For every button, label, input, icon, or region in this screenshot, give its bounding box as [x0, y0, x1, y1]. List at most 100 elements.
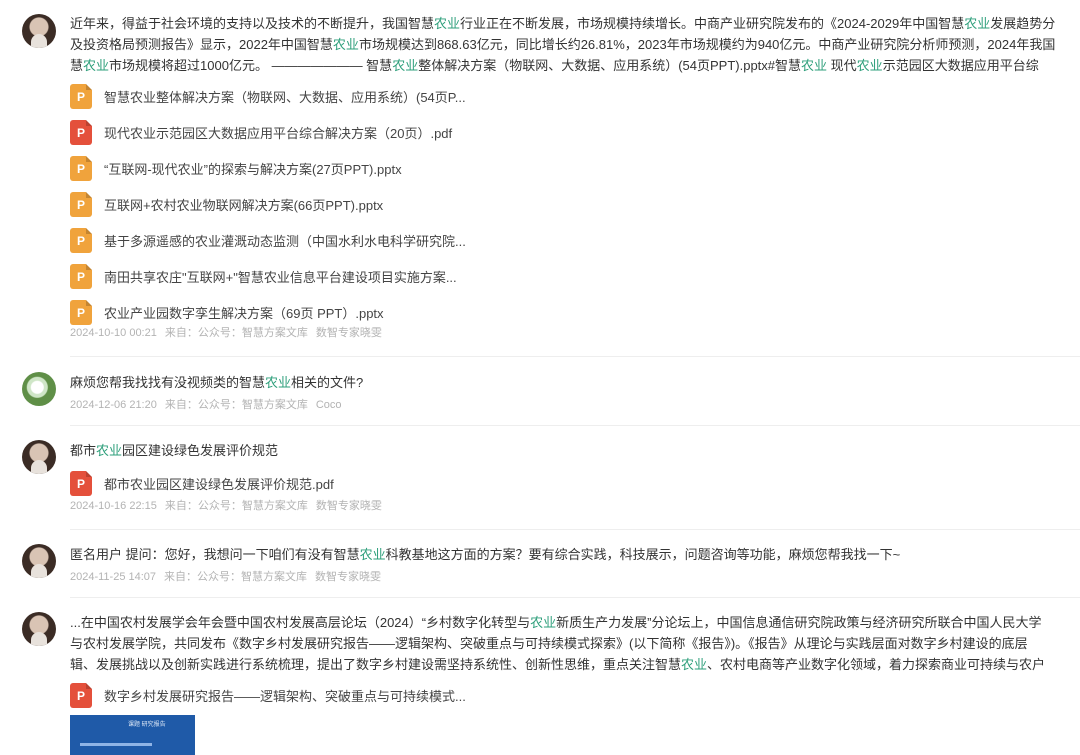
ppt-file-icon: P [70, 264, 92, 289]
file-name: 互联网+农村农业物联网解决方案(66页PPT).pptx [104, 198, 384, 213]
file-attachment[interactable]: P 农业产业园数字孪生解决方案（69页 PPT）.pptx [70, 299, 1080, 326]
post-source[interactable]: 公众号：智慧方案文库 [198, 399, 308, 411]
post-meta: 2024-10-16 22:15 来自：公众号：智慧方案文库 数智专家晓雯 [70, 498, 1080, 514]
post-text-line: 匿名用户 提问：您好，我想问一下咱们有没有智慧农业科教基地这方面的方案？要有综合… [70, 544, 1080, 565]
divider [70, 425, 1080, 426]
keyword-highlight: 农业 [964, 16, 991, 31]
post-source[interactable]: 公众号：智慧方案文库 [198, 500, 308, 512]
text-segment: ...在中国农村发展学会年会暨中国农村发展高层论坛（2024）“乡村数字化转型与 [70, 615, 531, 630]
keyword-highlight: 农业 [265, 375, 292, 390]
keyword-highlight: 农业 [801, 58, 828, 73]
file-list: P 数字乡村发展研究报告——逻辑架构、突破重点与可持续模式... [70, 682, 1080, 709]
text-segment: 与农村发展学院，共同发布《数字乡村发展研究报告——逻辑架构、突破重点与可持续模式… [70, 636, 1028, 651]
post-from-label: 来自： [164, 399, 198, 411]
file-list: P 都市农业园区建设绿色发展评价规范.pdf [70, 470, 1080, 497]
file-name: 现代农业示范园区大数据应用平台综合解决方案（20页）.pdf [104, 126, 453, 141]
post-author[interactable]: 数智专家晓雯 [315, 571, 381, 583]
keyword-highlight: 农业 [392, 58, 419, 73]
text-segment: 新质生产力发展”分论坛上，中国信息通信研究院政策与经济研究所联合中国人民大学 [556, 615, 1042, 630]
text-segment: 整体解决方案（物联网、大数据、应用系统）(54页PPT).pptx#智慧 [418, 58, 802, 73]
file-attachment[interactable]: P 现代农业示范园区大数据应用平台综合解决方案（20页）.pdf [70, 119, 1080, 146]
text-segment: 都市 [70, 443, 97, 458]
keyword-highlight: 农业 [856, 58, 883, 73]
text-segment: 慧 [70, 58, 84, 73]
post-author[interactable]: Coco [316, 399, 342, 411]
file-attachment[interactable]: P 基于多源遥感的农业灌溉动态监测（中国水利水电科学研究院... [70, 227, 1080, 254]
avatar[interactable] [22, 372, 56, 406]
text-segment: 辑、发展挑战以及创新实践进行系统梳理，提出了数字乡村建设需坚持系统性、创新性思维… [70, 657, 682, 672]
pdf-file-icon: P [70, 471, 92, 496]
file-name: 南田共享农庄"互联网+"智慧农业信息平台建设项目实施方案... [104, 270, 457, 285]
file-attachment[interactable]: P 南田共享农庄"互联网+"智慧农业信息平台建设项目实施方案... [70, 263, 1080, 290]
ppt-file-icon: P [70, 156, 92, 181]
keyword-highlight: 农业 [359, 547, 386, 562]
keyword-highlight: 农业 [83, 58, 110, 73]
text-segment: 及投资格局预测报告》显示，2022年中国智慧 [70, 37, 333, 52]
text-segment: 市场规模达到868.63亿元，同比增长约26.81%，2023年市场规模约为94… [358, 37, 1056, 52]
keyword-highlight: 农业 [332, 37, 359, 52]
post-text-line: 辑、发展挑战以及创新实践进行系统梳理，提出了数字乡村建设需坚持系统性、创新性思维… [70, 654, 1080, 675]
post-date: 2024-12-06 21:20 [70, 399, 157, 411]
post-from-label: 来自： [164, 571, 198, 583]
post-meta: 2024-10-10 00:21 来自：公众号：智慧方案文库 数智专家晓雯 [70, 325, 1080, 341]
ppt-file-icon: P [70, 84, 92, 109]
thumbnail-bar [80, 743, 152, 746]
pdf-file-icon: P [70, 120, 92, 145]
post-text-line: ...在中国农村发展学会年会暨中国农村发展高层论坛（2024）“乡村数字化转型与… [70, 612, 1080, 633]
file-attachment[interactable]: P 互联网+农村农业物联网解决方案(66页PPT).pptx [70, 191, 1080, 218]
post-text-line: 近年来，得益于社会环境的支持以及技术的不断提升，我国智慧农业行业正在不断发展，市… [70, 13, 1080, 34]
keyword-highlight: 农业 [681, 657, 708, 672]
text-segment: 现代 [827, 58, 857, 73]
post-text-line: 都市农业园区建设绿色发展评价规范 [70, 440, 1080, 461]
post-text-line: 慧农业市场规模将超过1000亿元。 ——————— 智慧农业整体解决方案（物联网… [70, 55, 1080, 76]
post-from-label: 来自： [164, 500, 198, 512]
file-attachment[interactable]: P 数字乡村发展研究报告——逻辑架构、突破重点与可持续模式... [70, 682, 1080, 709]
file-attachment[interactable]: P 都市农业园区建设绿色发展评价规范.pdf [70, 470, 1080, 497]
post-text-line: 及投资格局预测报告》显示，2022年中国智慧农业市场规模达到868.63亿元，同… [70, 34, 1080, 55]
file-name: 基于多源遥感的农业灌溉动态监测（中国水利水电科学研究院... [104, 234, 466, 249]
file-list: P 智慧农业整体解决方案（物联网、大数据、应用系统）(54页P... P 现代农业示范… [70, 83, 1080, 326]
file-name: 都市农业园区建设绿色发展评价规范.pdf [104, 477, 334, 492]
post-meta: 2024-11-25 14:07 来自：公众号：智慧方案文库 数智专家晓雯 [70, 569, 1080, 585]
ppt-file-icon: P [70, 192, 92, 217]
file-name: 农业产业园数字孪生解决方案（69页 PPT）.pptx [104, 306, 384, 321]
post-source[interactable]: 公众号：智慧方案文库 [197, 571, 307, 583]
text-segment: 示范园区大数据应用平台综 [882, 58, 1039, 73]
text-segment: 园区建设绿色发展评价规范 [122, 443, 279, 458]
file-attachment[interactable]: P 智慧农业整体解决方案（物联网、大数据、应用系统）(54页P... [70, 83, 1080, 110]
text-segment: 市场规模将超过1000亿元。 ——————— 智慧 [109, 58, 393, 73]
divider [70, 597, 1080, 598]
avatar[interactable] [22, 612, 56, 646]
avatar[interactable] [22, 440, 56, 474]
text-segment: 相关的文件? [291, 375, 364, 390]
post-text-line: 麻烦您帮我找找有没视频类的智慧农业相关的文件? [70, 372, 1080, 393]
text-segment: 、农村电商等产业数字化领域，着力探索商业可持续与农户 [707, 657, 1046, 672]
report-thumbnail[interactable]: 课题 研究报告 [70, 715, 195, 755]
keyword-highlight: 农业 [434, 16, 461, 31]
post-author[interactable]: 数智专家晓雯 [316, 500, 382, 512]
keyword-highlight: 农业 [530, 615, 557, 630]
file-name: 智慧农业整体解决方案（物联网、大数据、应用系统）(54页P... [104, 90, 466, 105]
file-name: “互联网-现代农业”的探索与解决方案(27页PPT).pptx [104, 162, 402, 177]
text-segment: 麻烦您帮我找找有没视频类的智慧 [70, 375, 266, 390]
ppt-file-icon: P [70, 228, 92, 253]
ppt-file-icon: P [70, 300, 92, 325]
post-source[interactable]: 公众号：智慧方案文库 [198, 327, 308, 339]
avatar[interactable] [22, 544, 56, 578]
text-segment: 近年来，得益于社会环境的支持以及技术的不断提升，我国智慧 [70, 16, 435, 31]
divider [70, 529, 1080, 530]
text-segment: 匿名用户 提问：您好，我想问一下咱们有没有智慧 [70, 547, 360, 562]
text-segment: 发展趋势分 [990, 16, 1056, 31]
file-attachment[interactable]: P “互联网-现代农业”的探索与解决方案(27页PPT).pptx [70, 155, 1080, 182]
post-date: 2024-10-10 00:21 [70, 327, 157, 339]
post-date: 2024-10-16 22:15 [70, 500, 157, 512]
file-name: 数字乡村发展研究报告——逻辑架构、突破重点与可持续模式... [104, 689, 466, 704]
thumbnail-caption: 课题 研究报告 [128, 722, 166, 728]
post-meta: 2024-12-06 21:20 来自：公众号：智慧方案文库 Coco [70, 397, 1080, 413]
pdf-file-icon: P [70, 683, 92, 708]
post-date: 2024-11-25 14:07 [70, 571, 157, 583]
text-segment: 科教基地这方面的方案？要有综合实践，科技展示，问题咨询等功能，麻烦您帮我找一下~ [385, 547, 901, 562]
post-author[interactable]: 数智专家晓雯 [316, 327, 382, 339]
avatar[interactable] [22, 14, 56, 48]
divider [70, 356, 1080, 357]
